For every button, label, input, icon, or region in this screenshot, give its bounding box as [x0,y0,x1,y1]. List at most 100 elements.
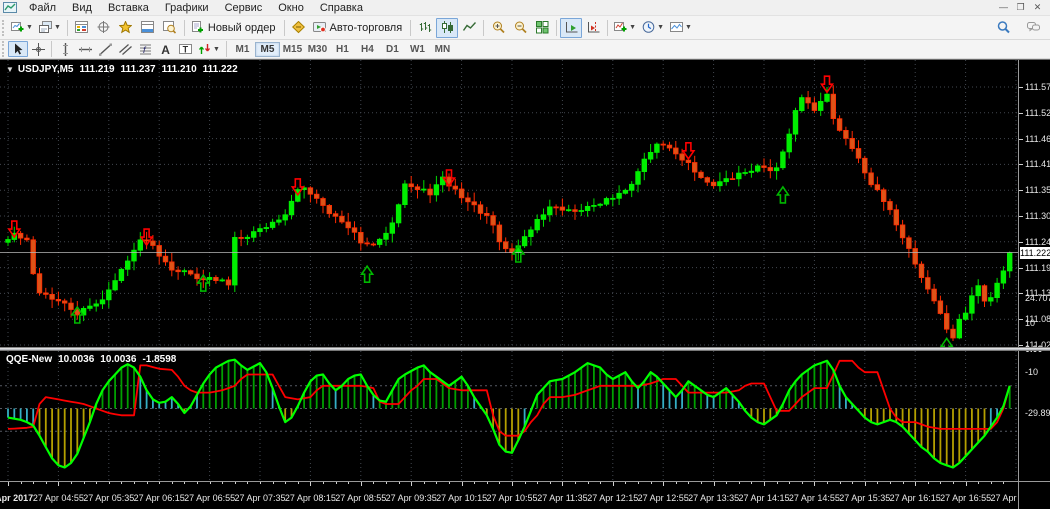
menu-item-окно[interactable]: Окно [270,1,312,15]
arrows-tool-button[interactable]: ▼ [195,41,223,57]
period-button-W1[interactable]: W1 [405,42,430,57]
time-tick [562,482,564,486]
crosshair-button[interactable] [28,41,48,57]
dropdown-caret-icon[interactable]: ▼ [213,46,220,53]
chart-shift-button[interactable] [582,18,604,38]
dropdown-caret-icon[interactable]: ▼ [629,24,636,31]
time-tick [310,482,312,486]
menu-item-вид[interactable]: Вид [64,1,100,15]
chart-candles-button[interactable] [436,17,459,38]
new-order-button[interactable]: Новый ордер [188,18,281,38]
market-watch-icon [75,21,89,33]
chart-line-button[interactable] [458,18,480,38]
cursor-button[interactable] [8,41,28,57]
menu-item-вставка[interactable]: Вставка [100,1,157,15]
terminal-button[interactable] [137,18,159,38]
time-tick [726,482,728,484]
trendline-button[interactable] [95,41,115,57]
menu-item-справка[interactable]: Справка [312,1,371,15]
time-axis-label: 27 Apr 07:35 [234,493,286,503]
zoom-in-icon [492,21,505,34]
indicator-header: QQE-New 10.0036 10.0036 -1.8598 [6,354,176,365]
time-axis-label: 27 Apr 14:55 [788,493,840,503]
pane-splitter[interactable] [0,347,1050,351]
period-button-MN[interactable]: MN [430,42,455,57]
metaeditor-button[interactable] [288,18,310,38]
time-axis-label: 27 Apr 13:35 [688,493,740,503]
time-tick [71,482,72,484]
templates-button[interactable]: ▼ [667,18,695,38]
equidistant-channel-button[interactable] [115,41,135,57]
period-button-M5[interactable]: M5 [254,41,280,57]
text-button[interactable]: A [155,41,175,57]
current-price-tag: 111.222 [1020,247,1050,259]
time-tick [839,482,841,484]
zoom-out-icon [514,21,527,34]
time-tick [486,482,488,484]
main-chart-pane[interactable] [0,60,1018,347]
indicator-axis-label: -29.8973 [1025,408,1050,418]
time-tick [1003,482,1005,484]
auto-scroll-button[interactable] [560,17,583,38]
time-axis-label: 27 Apr 04:55 [32,493,84,503]
chat-icon [1026,22,1040,32]
profiles-button[interactable]: ▼ [36,18,64,38]
time-tick [373,482,375,484]
time-axis[interactable]: 27 Apr 201727 Apr 04:5527 Apr 05:3527 Ap… [0,481,1042,509]
menu-item-графики[interactable]: Графики [157,1,217,15]
period-button-M30[interactable]: M30 [305,42,330,57]
dropdown-caret-icon[interactable]: ▼ [657,24,664,31]
market-watch-button[interactable] [71,18,93,38]
dropdown-caret-icon[interactable]: ▼ [685,24,692,31]
indicator-pane[interactable] [0,351,1018,481]
strategy-tester-button[interactable] [159,18,181,38]
time-tick [184,482,186,484]
main-chart-background[interactable] [0,60,1018,347]
time-tick [222,482,224,484]
minimize-button[interactable]: — [995,2,1012,14]
collapse-pane-icon[interactable]: ▼ [6,65,14,74]
period-button-H1[interactable]: H1 [330,42,355,57]
time-tick [877,482,879,484]
tile-windows-button[interactable] [531,18,553,38]
price-axis[interactable]: 111.575 111.520 111.465 111.410 111.355 111.3… [1018,60,1050,509]
chat-button[interactable] [1022,18,1044,38]
new-chart-button[interactable]: ▼ [8,18,36,38]
periods-button[interactable]: ▼ [639,18,667,38]
search-button[interactable] [992,18,1014,38]
horizontal-line-button[interactable] [75,41,95,57]
chart-symbol: USDJPY,M5 [17,64,74,75]
toolbar-drag-handle[interactable] [2,41,6,57]
menu-item-сервис[interactable]: Сервис [217,1,271,15]
period-button-H4[interactable]: H4 [355,42,380,57]
autotrading-label: Авто-торговля [329,21,403,34]
navigator-button[interactable] [115,18,137,38]
autotrading-button[interactable]: Авто-торговля [310,18,408,38]
time-axis-label: 27 Apr 05:35 [83,493,135,503]
time-tick [159,482,161,484]
vertical-line-button[interactable] [55,41,75,57]
period-button-M1[interactable]: M1 [230,42,255,57]
zoom-in-button[interactable] [487,18,509,38]
indicators-button[interactable]: ▼ [611,18,639,38]
text-label-button[interactable]: T [175,41,195,57]
fibo-button[interactable]: f [135,41,155,57]
time-tick [638,482,639,484]
time-tick [323,482,324,484]
dropdown-caret-icon[interactable]: ▼ [26,24,33,31]
zoom-out-button[interactable] [509,18,531,38]
time-tick [360,482,362,486]
chart-candles-icon [441,21,453,33]
restore-button[interactable]: ❐ [1012,2,1029,14]
data-window-button[interactable] [93,18,115,38]
period-button-D1[interactable]: D1 [380,42,405,57]
time-tick [713,482,715,486]
menu-item-файл[interactable]: Файл [21,1,64,15]
chart-bars-button[interactable] [414,18,436,38]
time-tick [58,482,60,486]
time-tick [650,482,652,484]
dropdown-caret-icon[interactable]: ▼ [54,24,61,31]
close-button[interactable]: ✕ [1029,2,1046,14]
toolbar-drag-handle[interactable] [2,19,6,36]
period-button-M15[interactable]: M15 [280,42,305,57]
